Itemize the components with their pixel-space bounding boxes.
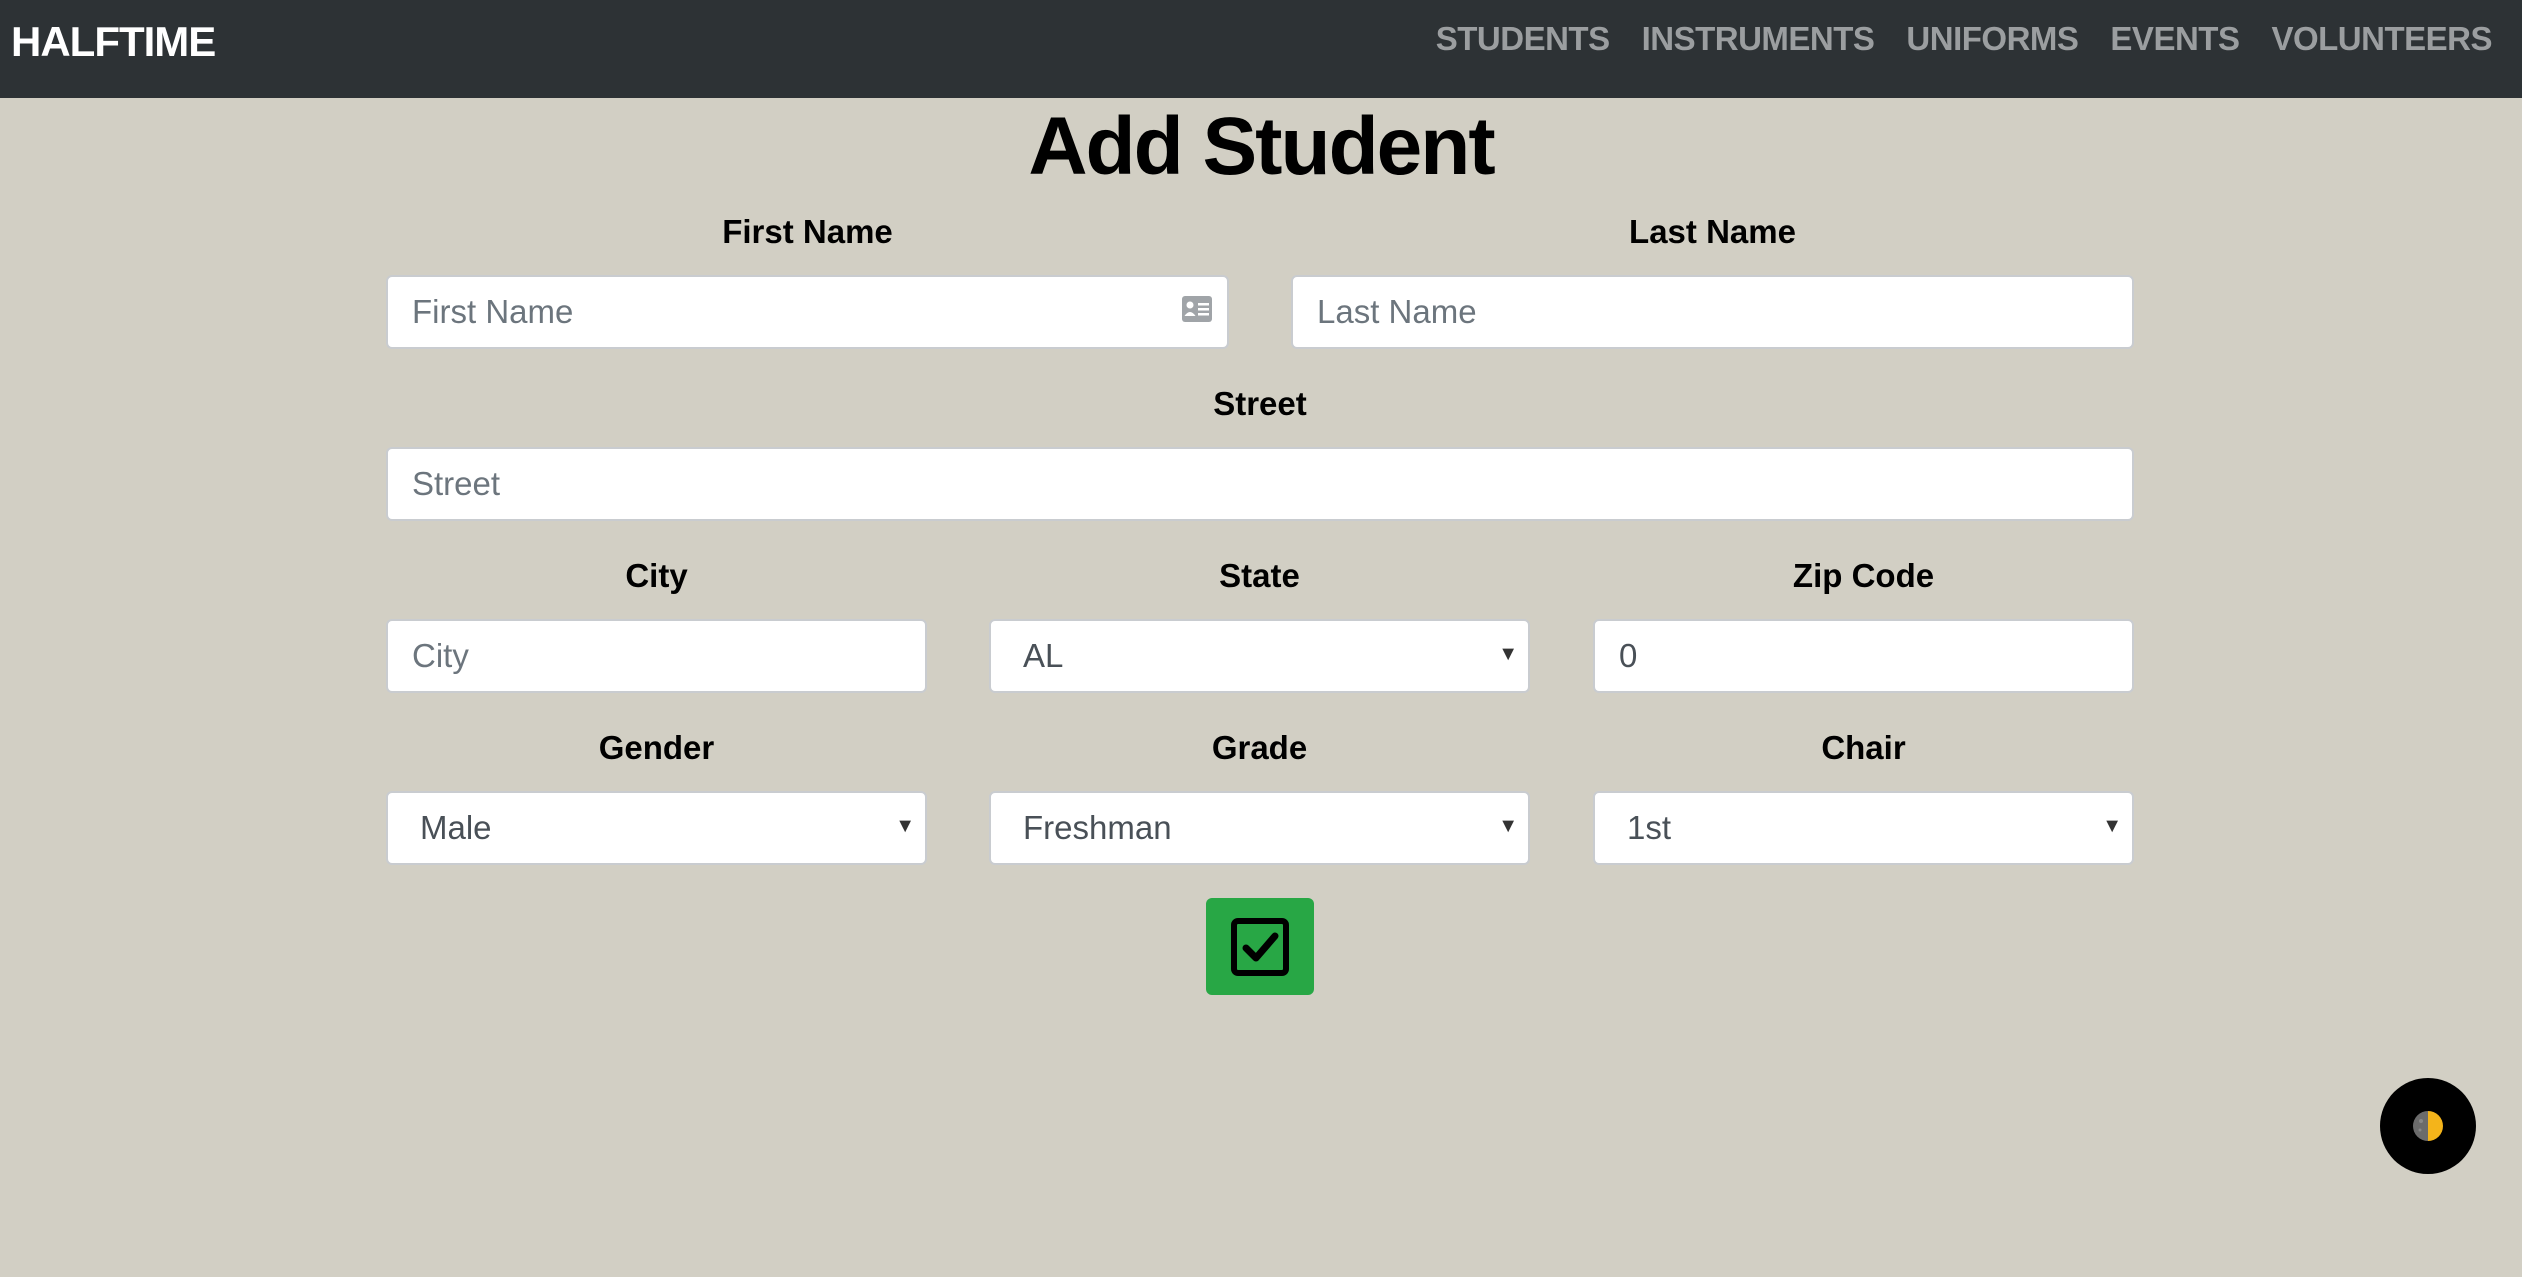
top-navbar: HALFTIME STUDENTS INSTRUMENTS UNIFORMS E… bbox=[0, 0, 2522, 98]
chair-select[interactable]: 1st ▼ bbox=[1593, 791, 2134, 865]
chair-label: Chair bbox=[1821, 729, 1906, 766]
theme-toggle-button[interactable] bbox=[2380, 1078, 2476, 1174]
check-square-icon bbox=[1231, 917, 1289, 976]
state-selected-value: AL bbox=[1023, 637, 1064, 674]
last-name-label: Last Name bbox=[1629, 213, 1796, 250]
half-circle-theme-icon bbox=[2413, 1111, 2443, 1141]
zip-code-input[interactable] bbox=[1593, 619, 2134, 693]
submit-button[interactable] bbox=[1206, 898, 1314, 995]
gender-selected-value: Male bbox=[420, 809, 492, 846]
page-title: Add Student bbox=[1028, 101, 1495, 192]
first-name-input[interactable] bbox=[386, 275, 1229, 349]
nav-link-volunteers[interactable]: VOLUNTEERS bbox=[2271, 20, 2492, 58]
nav-link-students[interactable]: STUDENTS bbox=[1436, 20, 1610, 58]
zip-code-label: Zip Code bbox=[1792, 557, 1935, 594]
grade-label: Grade bbox=[1211, 729, 1308, 766]
street-label: Street bbox=[1213, 385, 1307, 422]
chevron-down-icon: ▼ bbox=[895, 815, 915, 837]
id-card-icon bbox=[1182, 296, 1212, 322]
city-input[interactable] bbox=[386, 619, 927, 693]
chevron-down-icon: ▼ bbox=[2102, 815, 2122, 837]
nav-links: STUDENTS INSTRUMENTS UNIFORMS EVENTS VOL… bbox=[1436, 20, 2493, 58]
chevron-down-icon: ▼ bbox=[1498, 815, 1518, 837]
chevron-down-icon: ▼ bbox=[1498, 643, 1518, 665]
city-label: City bbox=[625, 557, 688, 594]
nav-link-uniforms[interactable]: UNIFORMS bbox=[1906, 20, 2079, 58]
first-name-wrapper bbox=[386, 275, 1229, 349]
state-label: State bbox=[1219, 557, 1300, 594]
gender-label: Gender bbox=[598, 729, 715, 766]
state-select[interactable]: AL ▼ bbox=[989, 619, 1530, 693]
nav-link-instruments[interactable]: INSTRUMENTS bbox=[1642, 20, 1875, 58]
street-input[interactable] bbox=[386, 447, 2134, 521]
chair-selected-value: 1st bbox=[1627, 809, 1672, 846]
brand-logo[interactable]: HALFTIME bbox=[11, 18, 216, 66]
nav-link-events[interactable]: EVENTS bbox=[2110, 20, 2240, 58]
last-name-input[interactable] bbox=[1291, 275, 2134, 349]
grade-selected-value: Freshman bbox=[1023, 809, 1172, 846]
grade-select[interactable]: Freshman ▼ bbox=[989, 791, 1530, 865]
first-name-label: First Name bbox=[722, 213, 893, 250]
gender-select[interactable]: Male ▼ bbox=[386, 791, 927, 865]
